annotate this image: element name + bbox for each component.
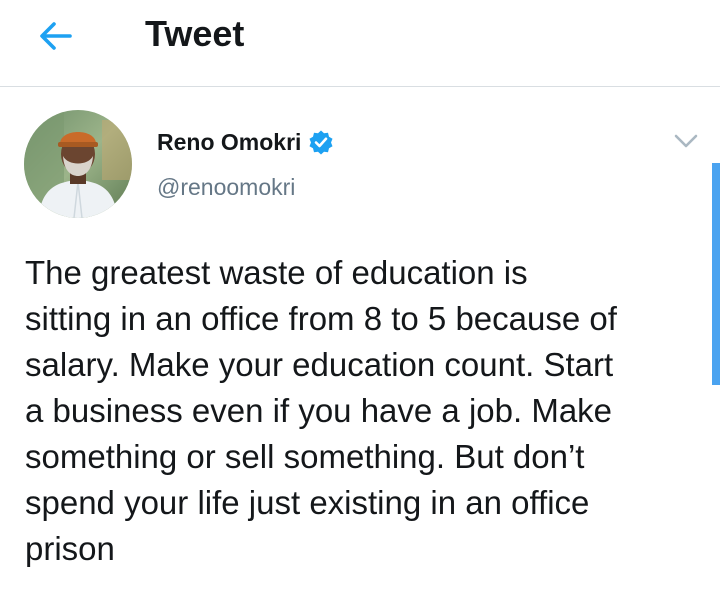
arrow-left-icon [34,14,78,58]
author-handle[interactable]: @renoomokri [157,174,295,201]
top-app-bar: Tweet [0,0,720,87]
tweet-text: The greatest waste of education is sitti… [25,254,617,567]
tweet-detail-screen: Tweet Reno Omokri @renoomokri The greate… [0,0,720,614]
author-display-name[interactable]: Reno Omokri [157,129,301,156]
author-avatar[interactable] [24,110,132,218]
tweet-menu-button[interactable] [668,126,704,156]
scrollbar[interactable] [712,163,720,385]
page-title: Tweet [145,13,245,54]
verified-badge-icon [308,129,334,155]
back-button[interactable] [34,14,78,58]
author-name-row: Reno Omokri [157,126,334,158]
chevron-down-icon [668,126,704,156]
